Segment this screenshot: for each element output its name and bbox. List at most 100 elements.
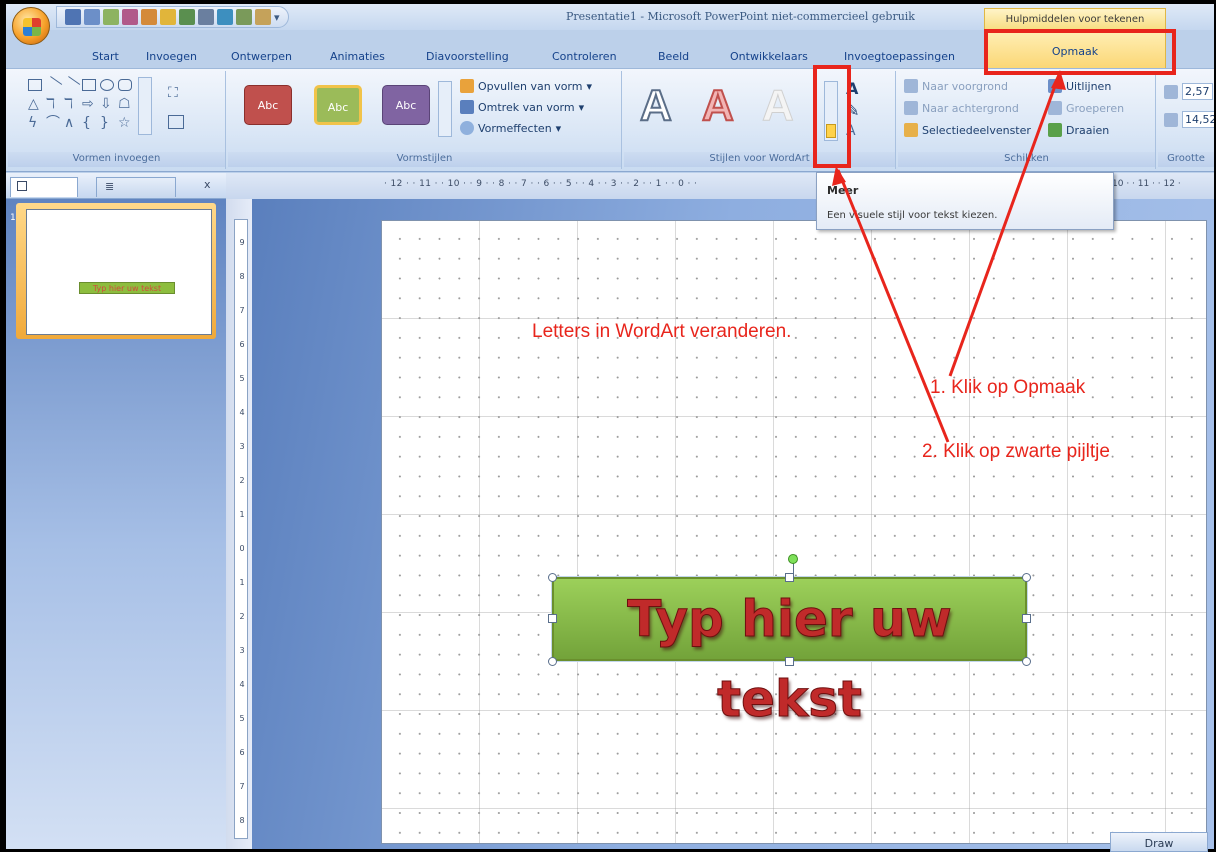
slide-canvas[interactable]: Typ hier uw tekst Letters in WordArt ver… bbox=[381, 220, 1207, 844]
vertical-ruler-tick: 5 bbox=[239, 714, 245, 723]
shape-styles-scroll[interactable] bbox=[438, 81, 452, 137]
resize-handle-bottom-right[interactable] bbox=[1022, 657, 1031, 666]
close-panel-button[interactable]: x bbox=[204, 178, 211, 191]
wordart-text[interactable]: Typ hier uw tekst bbox=[554, 579, 1025, 729]
width-value[interactable]: 14,52 bbox=[1182, 111, 1214, 128]
vertical-ruler-tick: 1 bbox=[239, 578, 245, 587]
resize-handle-left[interactable] bbox=[548, 614, 557, 623]
tab-opmaak[interactable]: Opmaak bbox=[984, 30, 1166, 70]
wordart-gallery-scroll[interactable] bbox=[824, 81, 838, 141]
office-button[interactable] bbox=[12, 7, 50, 45]
arc-shape-icon[interactable]: ⌒ bbox=[46, 116, 60, 130]
resize-handle-top-left[interactable] bbox=[548, 573, 557, 582]
callout-shape-icon[interactable]: ☖ bbox=[118, 97, 132, 111]
draw-button[interactable]: Draw bbox=[1110, 832, 1208, 852]
save-icon[interactable] bbox=[65, 9, 81, 25]
table-icon[interactable] bbox=[198, 9, 214, 25]
elbow-connector-icon[interactable]: ℸ bbox=[46, 97, 60, 111]
oval-shape-icon[interactable] bbox=[100, 79, 114, 91]
textbox-shape-icon[interactable] bbox=[28, 79, 42, 91]
rotate-menu[interactable]: Draaien bbox=[1048, 123, 1109, 137]
tab-invoegen[interactable]: Invoegen bbox=[146, 50, 197, 63]
new-slide-icon[interactable] bbox=[122, 9, 138, 25]
slide-number: 1 bbox=[10, 213, 16, 223]
tab-outline[interactable]: ≣ bbox=[96, 177, 176, 197]
clipart-icon[interactable] bbox=[236, 9, 252, 25]
vertical-ruler-tick: 9 bbox=[236, 838, 248, 849]
fill-shape-menu[interactable]: Opvullen van vorm ▾ bbox=[460, 79, 592, 93]
group-label-wordart-styles: Stijlen voor WordArt bbox=[624, 152, 895, 167]
height-field[interactable]: 2,57 bbox=[1164, 83, 1213, 100]
shape-style-green[interactable]: Abc bbox=[314, 85, 362, 125]
shape-style-red[interactable]: Abc bbox=[244, 85, 292, 125]
outline-shape-menu[interactable]: Omtrek van vorm ▾ bbox=[460, 100, 584, 114]
resize-handle-top-right[interactable] bbox=[1022, 573, 1031, 582]
chart-icon[interactable] bbox=[255, 9, 271, 25]
selection-pane-label: Selectiedeelvenster bbox=[922, 123, 1031, 137]
wordart-style-red[interactable]: A bbox=[701, 80, 735, 131]
send-to-back-menu[interactable]: Naar achtergrond bbox=[904, 101, 1019, 115]
align-menu[interactable]: Uitlijnen bbox=[1048, 79, 1111, 93]
triangle-shape-icon[interactable]: △ bbox=[28, 97, 42, 111]
send-back-label: Naar achtergrond bbox=[922, 101, 1019, 115]
tab-ontwerpen[interactable]: Ontwerpen bbox=[231, 50, 292, 63]
vertical-ruler-tick: 4 bbox=[239, 408, 245, 417]
tab-slides[interactable] bbox=[10, 177, 78, 197]
text-effects-icon[interactable]: A bbox=[846, 123, 856, 139]
tab-start[interactable]: Start bbox=[92, 50, 119, 63]
resize-handle-bottom-left[interactable] bbox=[548, 657, 557, 666]
horizontal-ruler-ticks: · 12 · · 11 · · 10 · · 9 · · 8 · · 7 · ·… bbox=[384, 179, 698, 189]
shape-style-purple[interactable]: Abc bbox=[382, 85, 430, 125]
text-fill-icon[interactable]: A bbox=[846, 79, 858, 98]
brace-right-shape-icon[interactable]: } bbox=[100, 116, 114, 130]
down-arrow-shape-icon[interactable]: ⇩ bbox=[100, 97, 114, 111]
resize-handle-top[interactable] bbox=[785, 573, 794, 582]
brace-left-shape-icon[interactable]: { bbox=[82, 116, 96, 130]
rectangle-shape-icon[interactable] bbox=[82, 79, 96, 91]
freeform-shape-icon[interactable]: ϟ bbox=[28, 116, 42, 130]
vertical-ruler-tick: 6 bbox=[239, 748, 245, 757]
spelling-icon[interactable] bbox=[141, 9, 157, 25]
width-field[interactable]: 14,52 bbox=[1164, 111, 1214, 128]
swatch-label: Abc bbox=[257, 99, 279, 112]
height-value[interactable]: 2,57 bbox=[1182, 83, 1213, 100]
tab-animaties[interactable]: Animaties bbox=[330, 50, 385, 63]
rotation-handle[interactable] bbox=[788, 554, 798, 564]
rounded-rect-shape-icon[interactable] bbox=[118, 79, 132, 91]
print-icon[interactable] bbox=[179, 9, 195, 25]
curved-connector-icon[interactable]: ℸ bbox=[64, 97, 78, 111]
vertical-ruler-tick: 4 bbox=[239, 680, 245, 689]
right-arrow-shape-icon[interactable]: ⇨ bbox=[82, 97, 96, 111]
line-shape-icon[interactable] bbox=[43, 76, 63, 94]
height-icon bbox=[1164, 84, 1178, 99]
star-shape-icon[interactable]: ☆ bbox=[118, 116, 132, 130]
wave-shape-icon[interactable]: ∧ bbox=[64, 116, 78, 130]
picture-icon[interactable] bbox=[217, 9, 233, 25]
tab-invoegtoepassingen[interactable]: Invoegtoepassingen bbox=[844, 50, 955, 63]
resize-handle-right[interactable] bbox=[1022, 614, 1031, 623]
wordart-style-outline[interactable]: A bbox=[639, 80, 673, 131]
open-icon[interactable] bbox=[160, 9, 176, 25]
shapes-gallery-scroll[interactable] bbox=[138, 77, 152, 135]
customize-qat-icon[interactable]: ▾ bbox=[274, 11, 280, 24]
slide-thumbnail[interactable]: Typ hier uw tekst bbox=[26, 209, 212, 335]
tab-ontwikkelaars[interactable]: Ontwikkelaars bbox=[730, 50, 808, 63]
wordart-style-light[interactable]: A bbox=[762, 81, 795, 131]
redo-icon[interactable] bbox=[103, 9, 119, 25]
edit-shape-icon[interactable]: ⛶ bbox=[168, 85, 182, 101]
shape-effects-menu[interactable]: Vormeffecten ▾ bbox=[460, 121, 561, 135]
draw-textbox-icon[interactable] bbox=[168, 115, 184, 129]
tab-diavoorstelling[interactable]: Diavoorstelling bbox=[426, 50, 509, 63]
tab-beeld[interactable]: Beeld bbox=[658, 50, 689, 63]
group-menu[interactable]: Groeperen bbox=[1048, 101, 1124, 115]
text-outline-icon[interactable]: ✎ bbox=[846, 101, 859, 120]
bring-to-front-menu[interactable]: Naar voorgrond bbox=[904, 79, 1008, 93]
arrow-line-shape-icon[interactable] bbox=[61, 76, 81, 94]
wordart-textbox[interactable]: Typ hier uw tekst bbox=[552, 577, 1027, 729]
selection-pane-button[interactable]: Selectiedeelvenster bbox=[904, 123, 1031, 137]
more-dropdown-arrow[interactable] bbox=[826, 124, 836, 138]
tab-controleren[interactable]: Controleren bbox=[552, 50, 617, 63]
align-label: Uitlijnen bbox=[1066, 79, 1112, 93]
undo-icon[interactable] bbox=[84, 9, 100, 25]
resize-handle-bottom[interactable] bbox=[785, 657, 794, 666]
